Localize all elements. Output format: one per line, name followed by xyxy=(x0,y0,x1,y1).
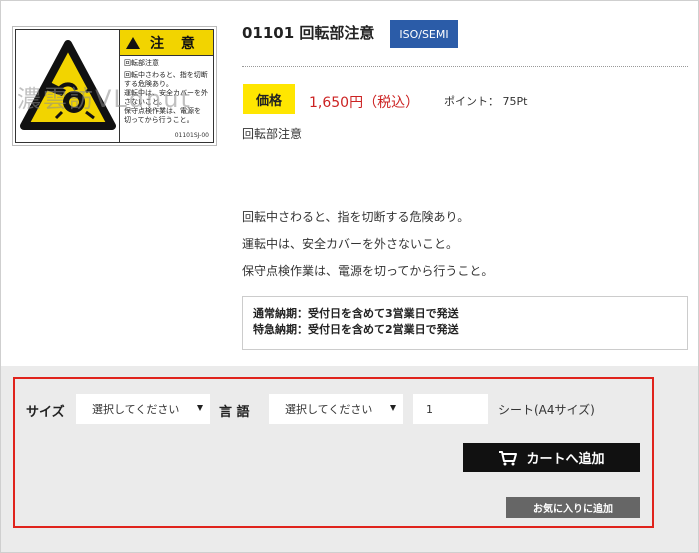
divider xyxy=(242,66,688,67)
label-body: 回転部注意 回転中さわると、指を切断 する危険あり。 運転中は、安全カバーを外 … xyxy=(120,56,213,128)
chevron-down-icon xyxy=(390,405,396,411)
description-line: 保守点検作業は、電源を切ってから行うこと。 xyxy=(242,264,494,278)
size-select-value: 選択してください xyxy=(92,403,180,416)
delivery-express: 特急納期：受付日を含めて2営業日で発送 xyxy=(253,323,459,336)
language-label: 言 語 xyxy=(219,405,250,420)
add-to-favorites-label: お気に入りに追加 xyxy=(533,504,613,515)
quantity-input[interactable]: 1 xyxy=(413,394,488,424)
add-to-cart-button[interactable]: カートへ追加 xyxy=(463,443,640,472)
chevron-down-icon xyxy=(197,405,203,411)
label-line: 回転中さわると、指を切断 xyxy=(124,71,208,79)
size-select[interactable]: 選択してください xyxy=(76,394,210,424)
label-line: する危険あり。 xyxy=(124,80,173,88)
language-select[interactable]: 選択してください xyxy=(269,394,403,424)
label-line: 運転中は、安全カバーを外 xyxy=(124,89,208,97)
warning-label: 注 意 回転部注意 回転中さわると、指を切断 する危険あり。 運転中は、安全カバ… xyxy=(15,29,214,143)
delivery-info: 通常納期：受付日を含めて3営業日で発送 特急納期：受付日を含めて2営業日で発送 xyxy=(242,296,688,350)
unit-label: シート(A4サイズ) xyxy=(498,403,595,417)
points-value: ポイント： 75Pt xyxy=(444,95,528,108)
delivery-normal: 通常納期：受付日を含めて3営業日で発送 xyxy=(253,307,459,320)
language-select-value: 選択してください xyxy=(285,403,373,416)
warning-text-panel: 注 意 回転部注意 回転中さわると、指を切断 する危険あり。 運転中は、安全カバ… xyxy=(119,30,213,142)
price-value: 1,650円（税込） xyxy=(309,95,420,111)
product-description: 回転中さわると、指を切断する危険あり。 運転中は、安全カバーを外さないこと。 保… xyxy=(242,204,493,285)
product-image[interactable]: 注 意 回転部注意 回転中さわると、指を切断 する危険あり。 運転中は、安全カバ… xyxy=(12,26,217,146)
description-line: 回転中さわると、指を切断する危険あり。 xyxy=(242,210,470,224)
label-line: さないこと。 xyxy=(124,98,166,106)
iso-semi-badge: ISO/SEMI xyxy=(390,20,458,48)
add-to-cart-label: カートへ追加 xyxy=(526,452,605,467)
size-label: サイズ xyxy=(26,405,65,420)
description-line: 運転中は、安全カバーを外さないこと。 xyxy=(242,237,459,251)
label-header-text: 注 意 xyxy=(150,35,201,52)
label-title: 回転部注意 xyxy=(124,59,159,67)
label-header: 注 意 xyxy=(120,30,213,56)
cart-icon xyxy=(499,450,518,465)
quantity-value: 1 xyxy=(426,402,433,416)
rotating-hazard-icon xyxy=(20,40,116,130)
label-code: 01101SJ-00 xyxy=(174,132,209,139)
page-title: 01101 回転部注意 xyxy=(242,24,375,42)
add-to-favorites-button[interactable]: お気に入りに追加 xyxy=(506,497,640,518)
price-label: 価格 xyxy=(243,84,295,114)
warning-triangle-icon xyxy=(126,36,140,49)
label-line: 切ってから行うこと。 xyxy=(124,116,194,124)
label-line: 保守点検作業は、電源を xyxy=(124,107,201,115)
product-subtitle: 回転部注意 xyxy=(242,127,303,141)
warning-pictogram xyxy=(16,30,119,142)
title-row: 01101 回転部注意 xyxy=(242,22,374,43)
